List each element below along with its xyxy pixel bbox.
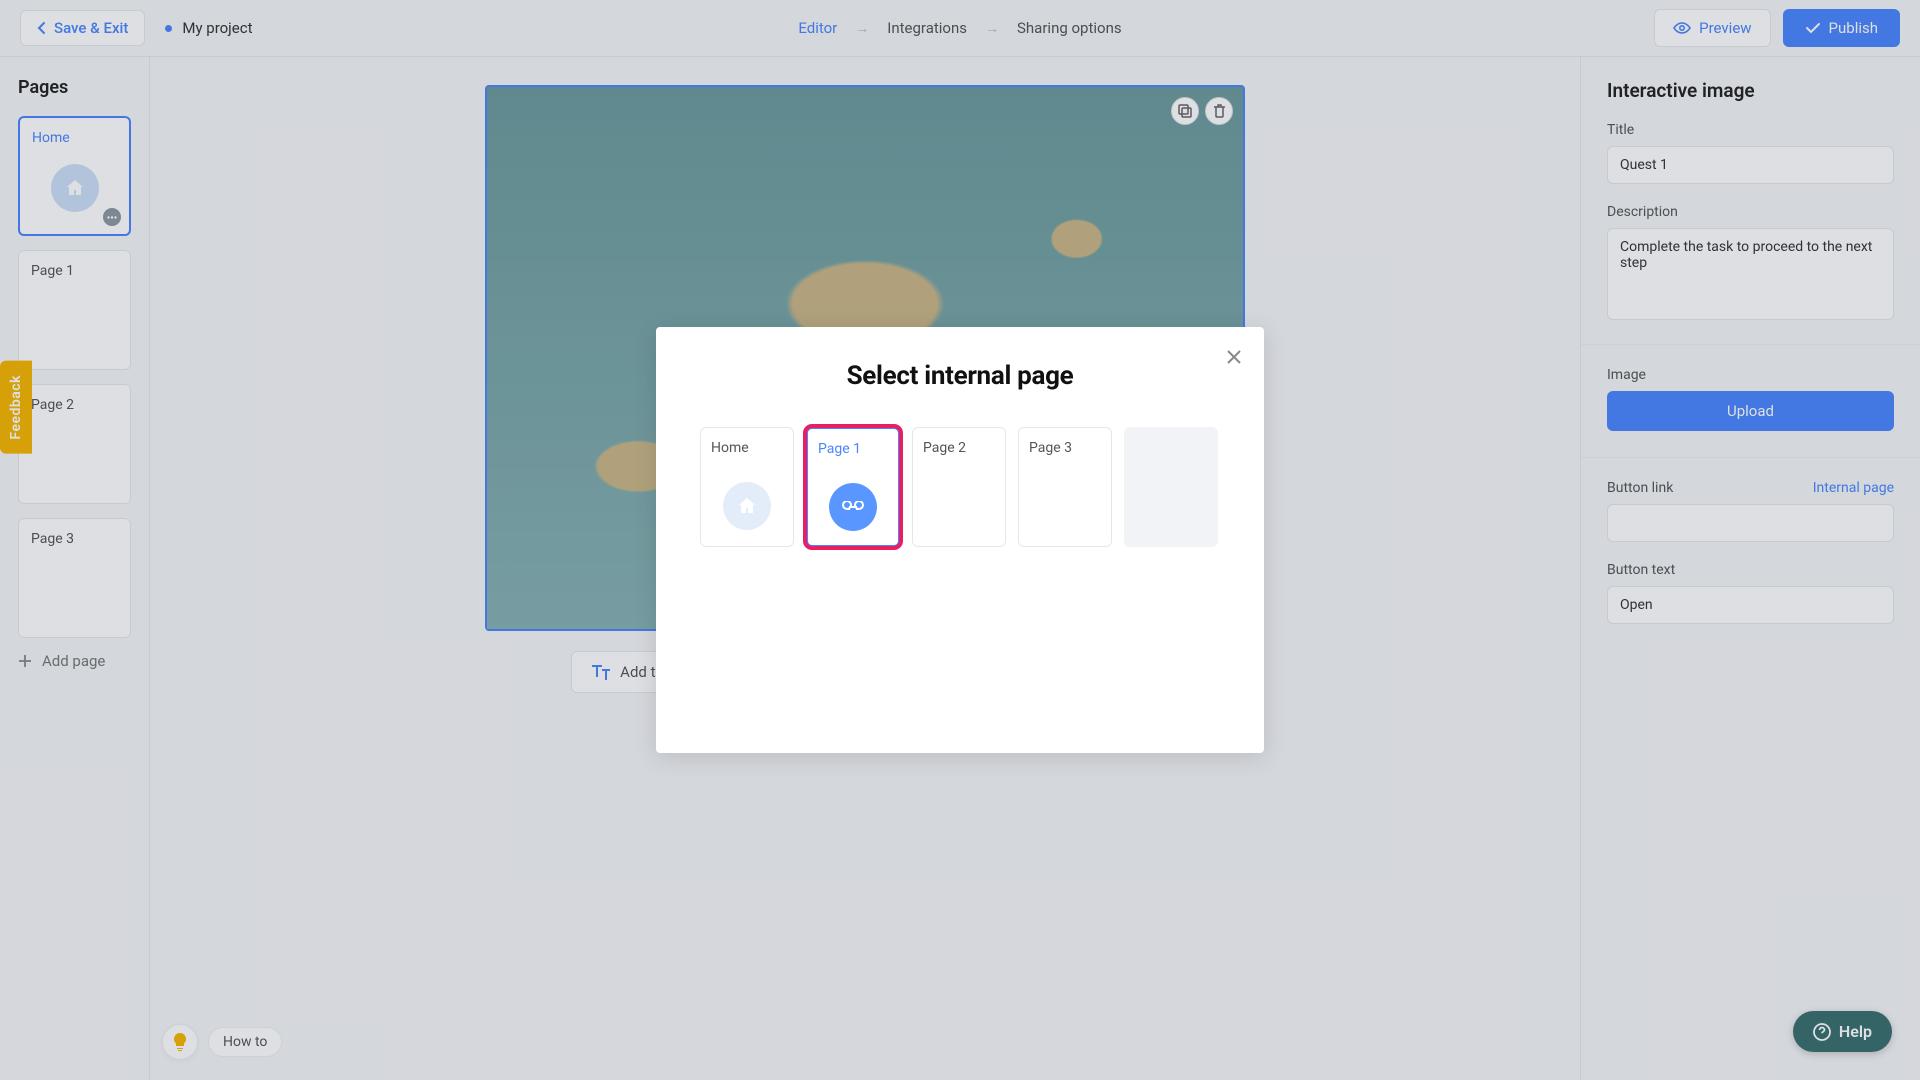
tile-label: Home [711, 440, 783, 456]
modal-page-item[interactable]: Page 1 [806, 427, 900, 547]
modal-page-item[interactable]: Page 2 [912, 427, 1006, 547]
modal-title: Select internal page [700, 361, 1220, 391]
modal-page-home[interactable]: Home [700, 427, 794, 547]
home-icon [723, 482, 771, 530]
modal-page-item[interactable]: Page 3 [1018, 427, 1112, 547]
tile-label: Page 2 [923, 440, 995, 456]
close-button[interactable] [1224, 347, 1244, 367]
modal-page-ghost [1124, 427, 1218, 547]
link-icon [829, 483, 877, 531]
tile-label: Page 1 [818, 441, 888, 457]
tile-label: Page 3 [1029, 440, 1101, 456]
select-page-modal: Select internal page Home Page 1 Page 2 … [656, 327, 1264, 753]
modal-page-grid: Home Page 1 Page 2 Page 3 [700, 427, 1220, 547]
